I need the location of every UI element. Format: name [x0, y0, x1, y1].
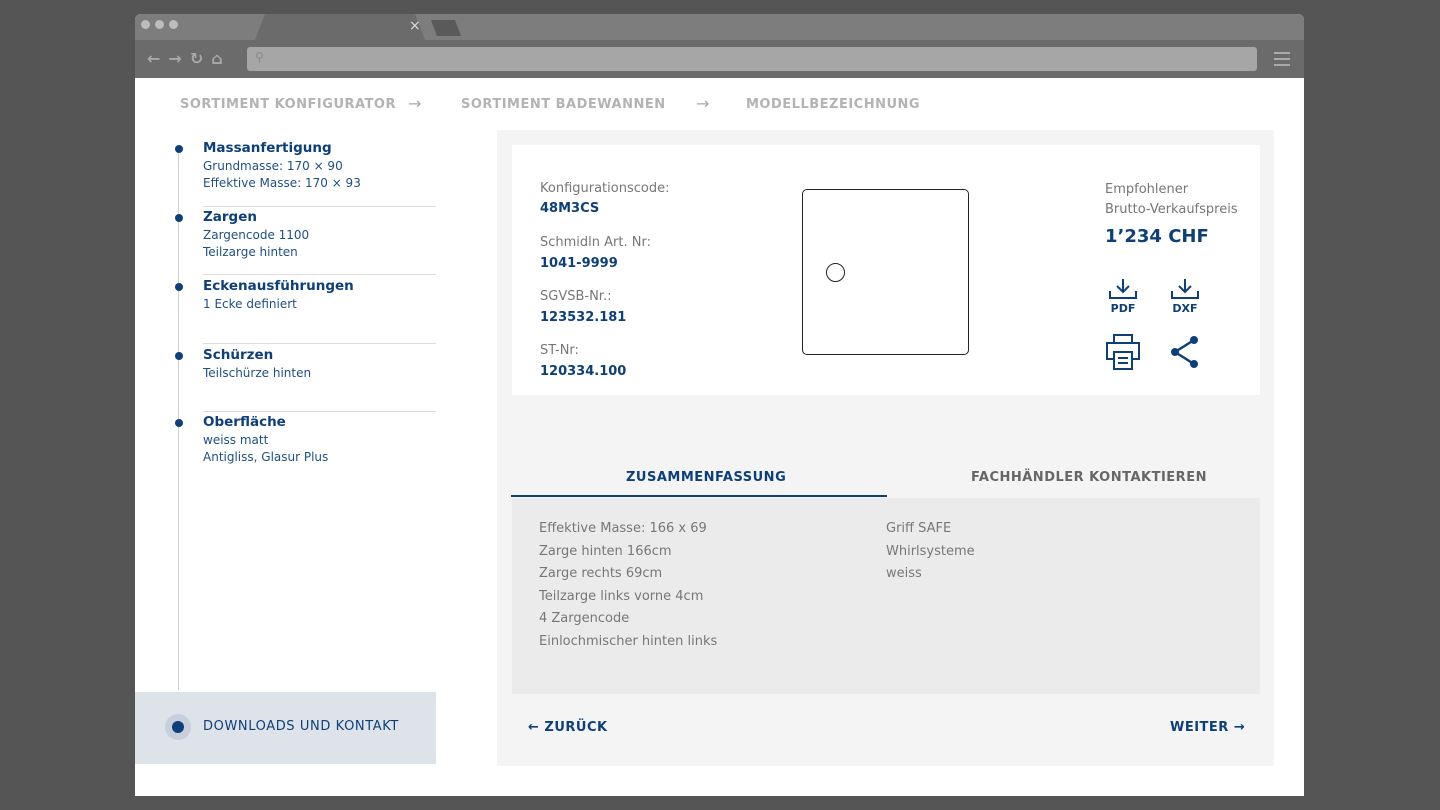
forward-icon[interactable]: → — [168, 49, 181, 68]
summary-item: Whirlsysteme — [886, 543, 975, 559]
step-oberflaeche[interactable]: Oberfläche weiss matt Antigliss, Glasur Pl… — [175, 414, 436, 474]
back-button[interactable]: ← ZURÜCK — [528, 720, 608, 735]
divider — [203, 206, 436, 207]
address-bar[interactable]: ⚲ — [247, 47, 1257, 71]
step-downloads-active[interactable]: DOWNLOADS UND KONTAKT — [135, 692, 436, 764]
menu-icon[interactable] — [1274, 52, 1290, 70]
divider — [203, 274, 436, 275]
step-schuerzen[interactable]: Schürzen Teilschürze hinten — [175, 347, 436, 390]
summary-item: weiss — [886, 566, 922, 582]
home-icon[interactable]: ⌂ — [211, 49, 222, 68]
breadcrumb-konfigurator[interactable]: SORTIMENT KONFIGURATOR — [180, 97, 396, 112]
detail-value: 120334.100 — [540, 364, 627, 379]
price-label: Empfohlener Brutto-Verkaufspreis — [1105, 182, 1238, 217]
summary-item: 4 Zargencode — [539, 611, 630, 627]
summary-panel: Effektive Masse: 166 x 69 Zarge hinten 16… — [512, 498, 1260, 694]
browser-tab[interactable] — [255, 14, 425, 40]
tab-zusammenfassung[interactable]: ZUSAMMENFASSUNG — [626, 470, 786, 485]
step-massanfertigung[interactable]: Massanfertigung Grundmasse: 170 × 90 Effek… — [175, 140, 436, 200]
summary-left-list: Effektive Masse: 166 x 69 Zarge hinten 16… — [539, 518, 717, 654]
summary-item: Zarge rechts 69cm — [539, 566, 663, 582]
detail-label: Konfigurationscode: — [540, 181, 670, 196]
download-dxf-button[interactable]: DXF — [1169, 278, 1201, 315]
breadcrumb-modell[interactable]: MODELLBEZEICHNUNG — [746, 97, 920, 112]
summary-item: Griff SAFE — [886, 521, 952, 536]
divider — [203, 343, 436, 344]
tab-fachhaendler[interactable]: FACHHÄNDLER KONTAKTIEREN — [971, 470, 1207, 485]
divider — [203, 411, 436, 412]
download-icon — [1109, 279, 1137, 299]
bathtub-drawing — [802, 189, 969, 355]
detail-value: 123532.181 — [540, 310, 627, 325]
detail-label: ST-Nr: — [540, 343, 579, 358]
print-icon[interactable] — [1105, 333, 1141, 371]
detail-label: SGVSB-Nr.: — [540, 289, 612, 304]
arrow-right-icon: → — [696, 94, 710, 113]
reload-icon[interactable]: ↻ — [190, 49, 203, 68]
price-value: 1’234 CHF — [1105, 226, 1209, 247]
summary-right-list: Griff SAFE Whirlsysteme weiss — [886, 518, 975, 586]
download-icon — [1171, 279, 1199, 299]
step-ecken[interactable]: Eckenausführungen 1 Ecke definiert — [175, 278, 436, 321]
search-icon: ⚲ — [255, 50, 264, 64]
browser-toolbar: ← → ↻ ⌂ ⚲ — [135, 40, 1304, 78]
summary-item: Teilzarge links vorne 4cm — [539, 588, 704, 604]
arrow-right-icon: → — [408, 94, 422, 113]
back-icon[interactable]: ← — [147, 49, 160, 68]
tab-bar: × — [135, 14, 1304, 40]
next-button[interactable]: WEITER → — [1170, 720, 1245, 735]
window-controls[interactable] — [141, 20, 178, 29]
detail-value: 48M3CS — [540, 201, 600, 216]
close-tab-icon[interactable]: × — [409, 18, 421, 34]
step-zargen[interactable]: Zargen Zargencode 1100 Teilzarge hinten — [175, 209, 436, 269]
new-tab-button[interactable] — [431, 20, 461, 36]
share-icon[interactable] — [1168, 335, 1202, 369]
download-pdf-button[interactable]: PDF — [1107, 278, 1139, 315]
detail-value: 1041-9999 — [540, 256, 618, 271]
breadcrumb-badewannen[interactable]: SORTIMENT BADEWANNEN — [461, 97, 666, 112]
drain-icon — [826, 263, 845, 282]
summary-item: Einlochmischer hinten links — [539, 633, 718, 649]
detail-label: Schmidln Art. Nr: — [540, 235, 651, 250]
active-tab-indicator — [511, 495, 887, 497]
summary-item: Effektive Masse: 166 x 69 — [539, 521, 707, 536]
summary-item: Zarge hinten 166cm — [539, 543, 672, 559]
